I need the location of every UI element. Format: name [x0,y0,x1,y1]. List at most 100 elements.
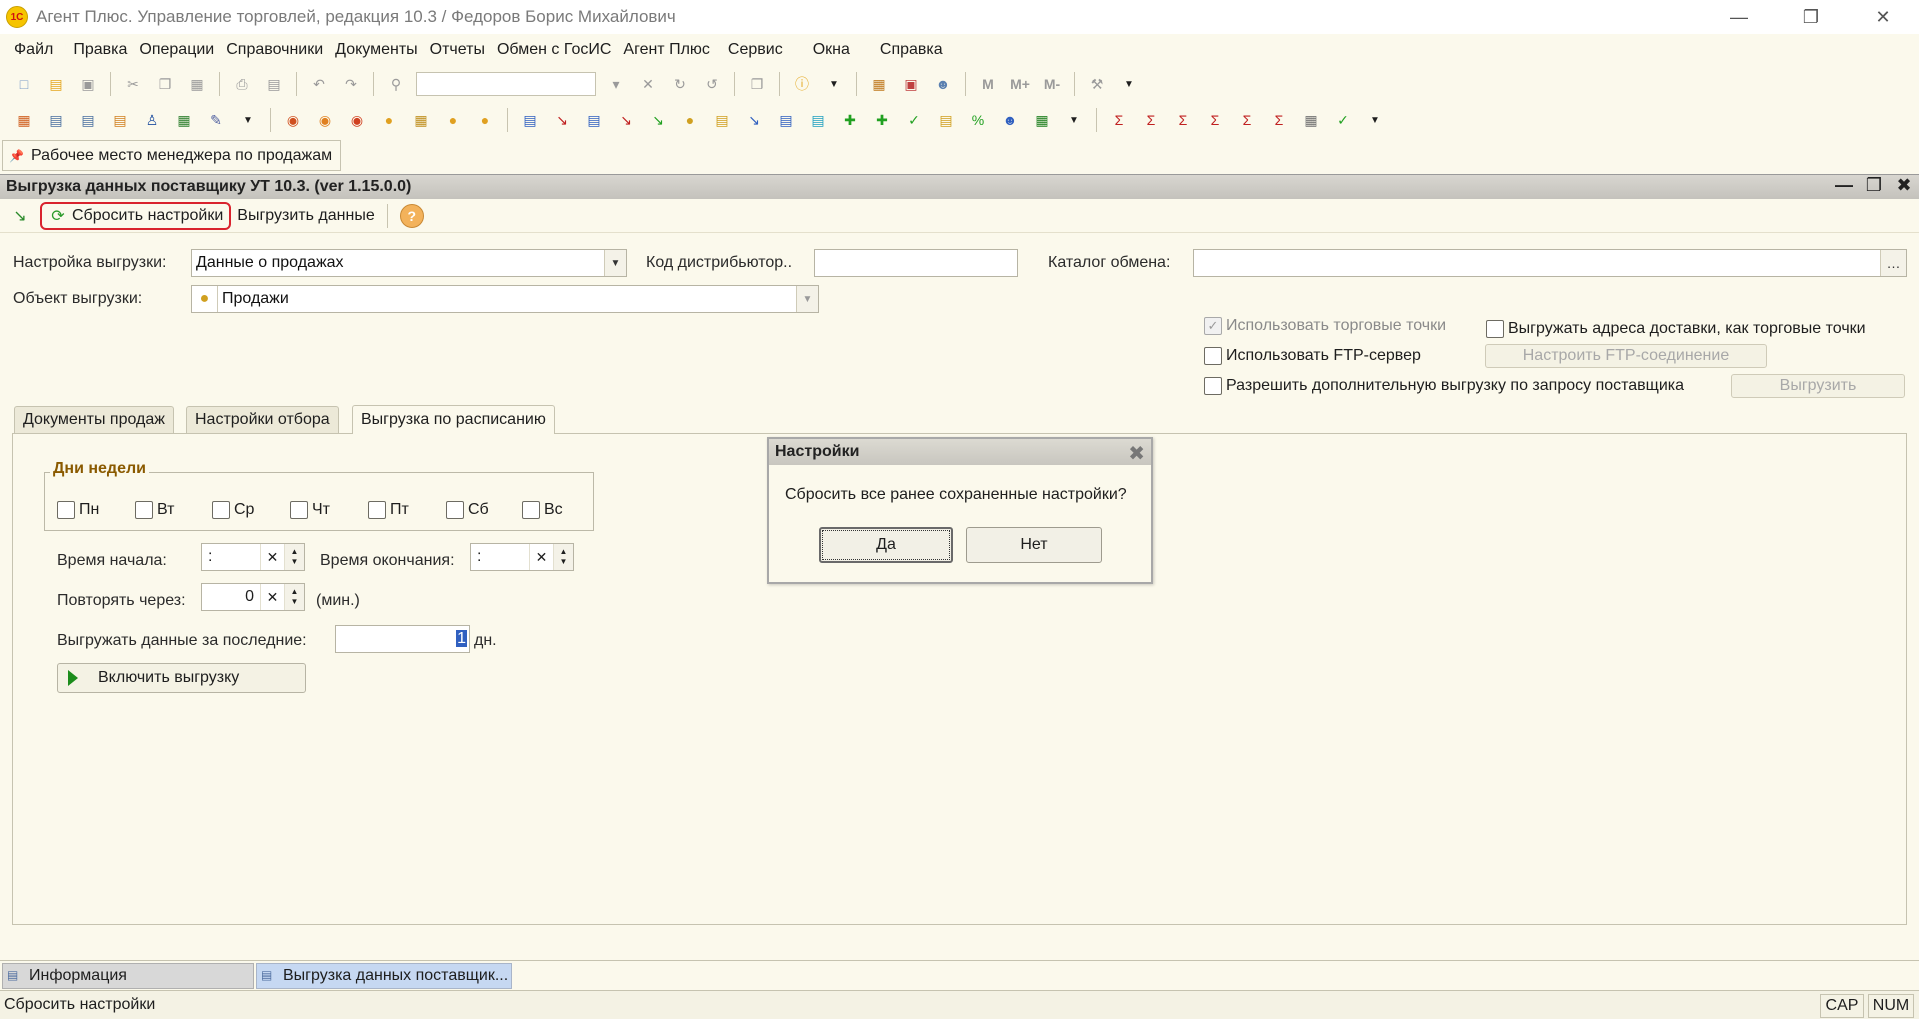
doc-arrow-icon[interactable]: ↘ [550,108,574,132]
copy-icon[interactable]: ❐ [153,72,177,96]
day-fri-checkbox[interactable]: Пт [368,501,409,519]
distributor-code-input[interactable] [814,249,1018,277]
cash-icon[interactable]: ● [441,108,465,132]
info-dropdown-icon[interactable]: ▼ [822,72,846,96]
report-sum-icon[interactable]: Σ [1107,108,1131,132]
menu-documents[interactable]: Документы [329,41,423,59]
day-tue-checkbox[interactable]: Вт [135,501,174,519]
bank-icon[interactable]: ▦ [409,108,433,132]
clear-icon[interactable]: ✕ [260,584,284,610]
client-payment-icon[interactable]: ◉ [345,108,369,132]
doc-return-icon[interactable]: ↘ [614,108,638,132]
tab-sales-documents[interactable]: Документы продаж [14,406,174,433]
tab-scheduled-export[interactable]: Выгрузка по расписанию [352,405,555,434]
extra-export-button[interactable]: Выгрузить [1731,374,1905,398]
catalog-input[interactable]: … [1193,249,1907,277]
redo-icon[interactable]: ↷ [339,72,363,96]
open-folder-icon[interactable]: ▤ [44,72,68,96]
doc-money-icon[interactable]: ▤ [934,108,958,132]
client-order-icon[interactable]: ◉ [313,108,337,132]
repeat-interval-input[interactable]: 0 ✕ ▲ ▼ [201,583,305,611]
memory-minus-icon[interactable]: M- [1040,72,1064,96]
export-data-button[interactable]: Выгрузить данные [231,202,380,230]
search-icon[interactable]: ⚲ [384,72,408,96]
day-thu-checkbox[interactable]: Чт [290,501,330,519]
enable-export-button[interactable]: Включить выгрузку [57,663,306,693]
spinner-icon[interactable]: ▲ ▼ [553,544,573,570]
menu-windows[interactable]: Окна [807,41,856,59]
window-tab-info[interactable]: ▤ Информация [2,963,254,989]
close-icon[interactable]: ✕ [1847,0,1919,34]
doc-copy-icon[interactable]: ▤ [806,108,830,132]
settings-select[interactable]: Данные о продажах ▼ [191,249,627,277]
doc-transfer-icon[interactable]: ▤ [518,108,542,132]
day-sat-checkbox[interactable]: Сб [446,501,489,519]
save-icon[interactable]: ▣ [76,72,100,96]
calendar-icon[interactable]: ▣ [899,72,923,96]
memory-m-icon[interactable]: M [976,72,1000,96]
last-days-input[interactable]: 1 [335,625,470,653]
form-minimize-icon[interactable]: — [1829,175,1859,199]
orders-icon[interactable]: ▤ [108,108,132,132]
form-close-icon[interactable]: ✖ [1889,175,1919,199]
report-sigma3-icon[interactable]: Σ [1267,108,1291,132]
folder-icon[interactable]: ▤ [710,108,734,132]
window-tab-export[interactable]: ▤ Выгрузка данных поставщик... [256,963,512,989]
menu-help[interactable]: Справка [874,41,949,59]
tab-filter-settings[interactable]: Настройки отбора [186,406,339,433]
chevron-down-icon[interactable]: ▼ [604,250,626,276]
cut-icon[interactable]: ✂ [121,72,145,96]
clear-icon[interactable]: ✕ [529,544,553,570]
doc-edit-icon[interactable]: ▤ [582,108,606,132]
memory-plus-icon[interactable]: M+ [1008,72,1032,96]
menu-catalogs[interactable]: Справочники [220,41,329,59]
tools-icon[interactable]: ⚒ [1085,72,1109,96]
clear-search-icon[interactable]: ✕ [636,72,660,96]
book-icon[interactable]: ▦ [1030,108,1054,132]
export-addresses-checkbox[interactable]: Выгружать адреса доставки, как торговые … [1486,320,1866,338]
doc-out-icon[interactable]: ↘ [742,108,766,132]
book-dropdown-icon[interactable]: ▼ [1062,108,1086,132]
doc-in-icon[interactable]: ▤ [774,108,798,132]
yes-button[interactable]: Да [819,527,953,563]
report-check-icon[interactable]: ✓ [1331,108,1355,132]
search-dropdown-icon[interactable]: ▾ [604,72,628,96]
close-icon[interactable]: ✖ [1128,441,1145,466]
doc-move-icon[interactable]: ↘ [646,108,670,132]
print-preview-icon[interactable]: ▤ [262,72,286,96]
new-document-icon[interactable]: □ [12,72,36,96]
clear-icon[interactable]: ✕ [260,544,284,570]
menu-service[interactable]: Сервис [722,41,789,59]
coins-icon[interactable]: ● [473,108,497,132]
search-input[interactable] [416,72,596,96]
report-dropdown-icon[interactable]: ▼ [1363,108,1387,132]
use-outlets-checkbox[interactable]: ✓ Использовать торговые точки [1204,317,1446,335]
setup-ftp-button[interactable]: Настроить FTP-соединение [1485,344,1767,368]
day-mon-checkbox[interactable]: Пн [57,501,99,519]
end-time-input[interactable]: : ✕ ▲ ▼ [470,543,574,571]
documents-icon[interactable]: ▦ [12,108,36,132]
doc-add-icon[interactable]: ✚ [838,108,862,132]
agents-icon[interactable]: ♙ [140,108,164,132]
menu-gosis[interactable]: Обмен с ГосИС [491,41,617,59]
doc-check-icon[interactable]: ✓ [902,108,926,132]
day-wed-checkbox[interactable]: Ср [212,501,254,519]
info-icon[interactable]: ⓘ [790,72,814,96]
coin-stack-icon[interactable]: ● [678,108,702,132]
edit-icon[interactable]: ✎ [204,108,228,132]
menu-edit[interactable]: Правка [67,41,133,59]
restore-icon[interactable]: ❐ [1775,0,1847,34]
menu-agent-plus[interactable]: Агент Плюс [617,41,716,59]
registers-icon[interactable]: ▤ [44,108,68,132]
report-sum2-icon[interactable]: Σ [1139,108,1163,132]
report-table-icon[interactable]: ▦ [1299,108,1323,132]
menu-operations[interactable]: Операции [133,41,220,59]
spinner-icon[interactable]: ▲ ▼ [284,584,304,610]
workplace-tab[interactable]: 📌 Рабочее место менеджера по продажам [2,140,342,171]
start-time-input[interactable]: : ✕ ▲ ▼ [201,543,305,571]
reset-settings-button[interactable]: ⟳ Сбросить настройки [40,201,232,230]
report-sum3-icon[interactable]: Σ [1171,108,1195,132]
client-icon[interactable]: ◉ [281,108,305,132]
help-button[interactable]: ? [394,202,430,230]
tools-dropdown-icon[interactable]: ▼ [1117,72,1141,96]
